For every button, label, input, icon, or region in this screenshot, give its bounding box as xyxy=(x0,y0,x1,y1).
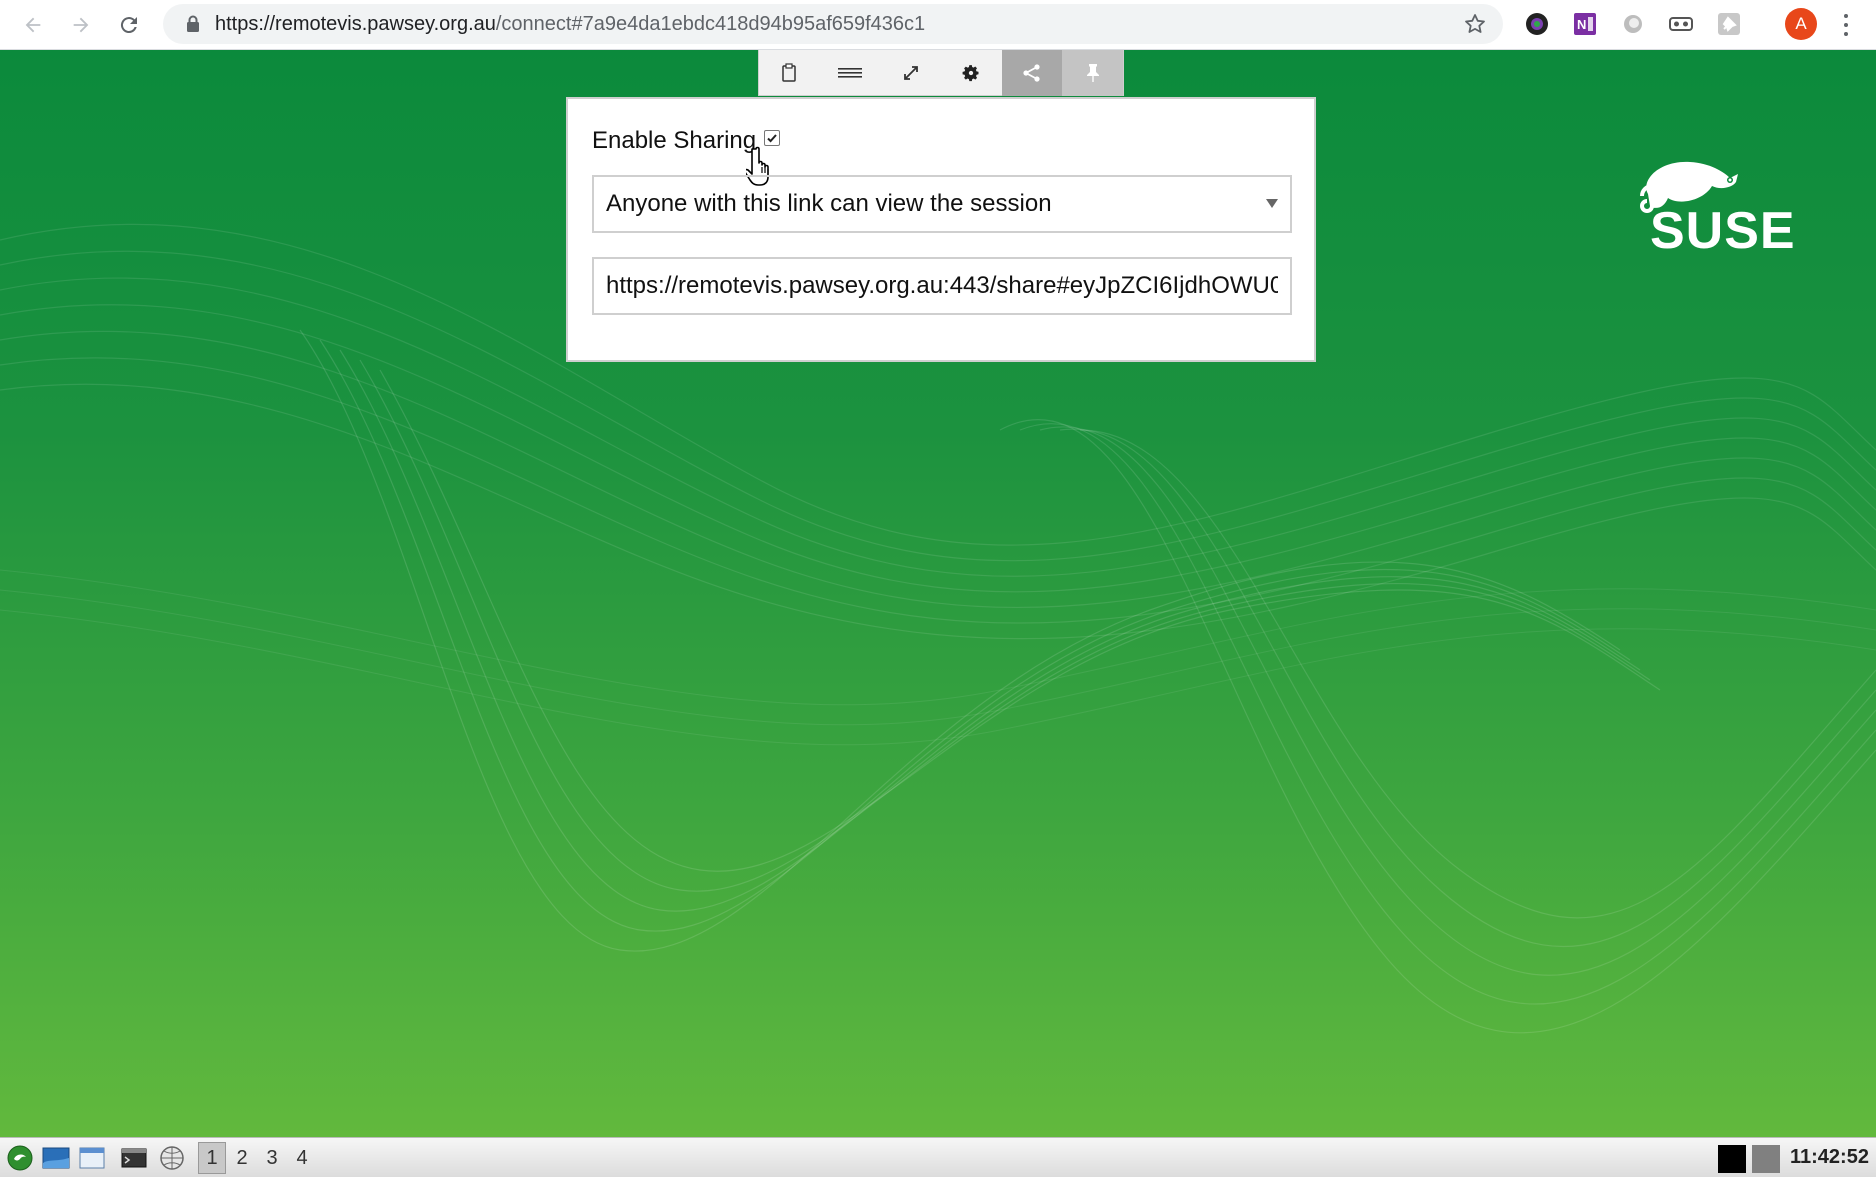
chevron-down-icon xyxy=(1266,199,1278,208)
reload-icon[interactable] xyxy=(112,8,146,42)
workspace-4[interactable]: 4 xyxy=(288,1142,316,1174)
clipboard-icon[interactable] xyxy=(759,50,820,96)
terminal-icon[interactable] xyxy=(120,1145,148,1171)
workspace-1[interactable]: 1 xyxy=(198,1142,226,1174)
address-bar[interactable]: https://remotevis.pawsey.org.au/connect#… xyxy=(163,4,1503,44)
browser-icon[interactable] xyxy=(158,1145,186,1171)
share-panel: Enable Sharing Anyone with this link can… xyxy=(566,97,1316,362)
profile-avatar[interactable]: A xyxy=(1785,8,1817,40)
workspace-2[interactable]: 2 xyxy=(228,1142,256,1174)
onenote-extension-icon[interactable]: N xyxy=(1571,10,1599,38)
enable-sharing-checkbox[interactable] xyxy=(764,130,781,146)
tray-black-square[interactable] xyxy=(1718,1145,1746,1173)
pin-icon[interactable] xyxy=(1062,50,1124,96)
lock-icon[interactable] xyxy=(183,14,203,34)
circle-extension-icon[interactable] xyxy=(1619,10,1647,38)
tray-gray-square[interactable] xyxy=(1752,1145,1780,1173)
svg-text:N: N xyxy=(1577,17,1586,32)
browser-toolbar: https://remotevis.pawsey.org.au/connect#… xyxy=(0,0,1876,50)
workspace-3[interactable]: 3 xyxy=(258,1142,286,1174)
taskbar: 1 2 3 4 11:42:52 xyxy=(0,1137,1876,1177)
fullscreen-icon[interactable] xyxy=(880,50,941,96)
camera-lens-extension-icon[interactable] xyxy=(1523,10,1551,38)
gear-icon[interactable] xyxy=(941,50,1002,96)
clock: 11:42:52 xyxy=(1790,1146,1869,1168)
access-level-value: Anyone with this link can view the sessi… xyxy=(606,190,1052,217)
session-toolbar xyxy=(758,50,1124,96)
share-icon[interactable] xyxy=(1001,50,1063,96)
share-link-field[interactable] xyxy=(592,257,1292,315)
suse-menu-icon[interactable] xyxy=(6,1145,34,1171)
vr-glasses-extension-icon[interactable] xyxy=(1667,10,1695,38)
svg-text:SUSE: SUSE xyxy=(1650,202,1796,260)
enable-sharing-label: Enable Sharing xyxy=(592,127,757,154)
menu-lines-icon[interactable] xyxy=(820,50,881,96)
desktop-icon[interactable] xyxy=(42,1145,70,1171)
back-arrow-icon[interactable] xyxy=(16,8,50,42)
star-icon[interactable] xyxy=(1463,12,1487,36)
access-level-select[interactable]: Anyone with this link can view the sessi… xyxy=(592,175,1292,233)
pin-extension-icon[interactable] xyxy=(1715,10,1743,38)
remote-desktop[interactable]: SUSE Enable Sharing Anyone with this lin… xyxy=(0,50,1876,1137)
more-vertical-icon[interactable] xyxy=(1836,12,1856,38)
suse-logo: SUSE xyxy=(1620,150,1810,260)
forward-arrow-icon[interactable] xyxy=(64,8,98,42)
url-text: https://remotevis.pawsey.org.au/connect#… xyxy=(215,12,926,35)
window-icon[interactable] xyxy=(78,1145,106,1171)
